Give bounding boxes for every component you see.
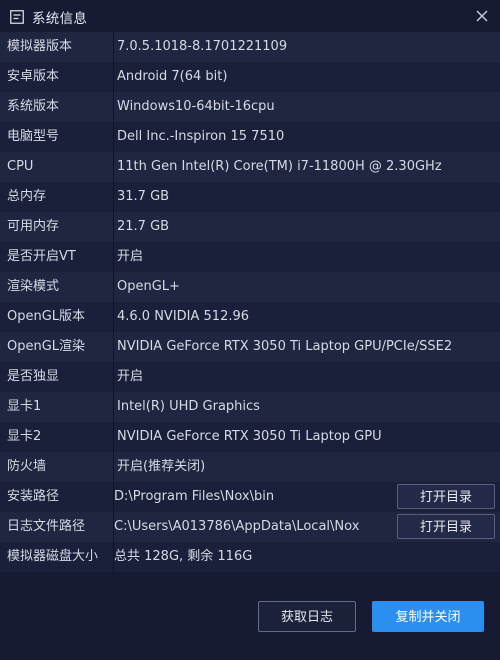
column-divider: [113, 302, 114, 332]
column-divider: [113, 182, 114, 212]
info-row-opengl-version: OpenGL版本 4.6.0 NVIDIA 512.96: [0, 302, 500, 332]
info-value: 开启: [117, 249, 144, 264]
info-row-android-version: 安卓版本 Android 7(64 bit): [0, 62, 500, 92]
info-value: 开启(推荐关闭): [117, 459, 206, 474]
info-key: 是否开启VT: [7, 249, 76, 264]
dialog-title: 系统信息: [32, 11, 88, 27]
info-key: 系统版本: [7, 99, 60, 114]
info-row-firewall: 防火墙 开启(推荐关闭): [0, 452, 500, 482]
column-divider: [113, 242, 114, 272]
info-row-computer-model: 电脑型号 Dell Inc.-Inspiron 15 7510: [0, 122, 500, 152]
column-divider: [113, 272, 114, 302]
column-divider: [113, 452, 114, 482]
info-value: 总共 128G, 剩余 116G: [114, 549, 253, 564]
info-row-emulator-version: 模拟器版本 7.0.5.1018-8.1701221109: [0, 32, 500, 62]
info-key: OpenGL版本: [7, 309, 86, 324]
copy-and-close-button[interactable]: 复制并关闭: [372, 601, 484, 632]
info-value: Windows10-64bit-16cpu: [117, 99, 275, 114]
column-divider: [113, 32, 114, 62]
column-divider: [113, 92, 114, 122]
info-key: 模拟器磁盘大小: [7, 549, 99, 564]
info-table: 模拟器版本 7.0.5.1018-8.1701221109 安卓版本 Andro…: [0, 32, 500, 572]
info-value: Android 7(64 bit): [117, 69, 228, 84]
info-row-cpu: CPU 11th Gen Intel(R) Core(TM) i7-11800H…: [0, 152, 500, 182]
open-install-dir-button[interactable]: 打开目录: [397, 484, 495, 509]
info-key: 电脑型号: [7, 129, 60, 144]
column-divider: [113, 62, 114, 92]
close-icon[interactable]: [472, 6, 492, 26]
info-key: 显卡2: [7, 429, 42, 444]
info-value: 11th Gen Intel(R) Core(TM) i7-11800H @ 2…: [117, 159, 442, 174]
info-row-log-path: 日志文件路径 C:\Users\A013786\AppData\Local\No…: [0, 512, 500, 542]
window-icon: [10, 9, 24, 24]
info-value: Dell Inc.-Inspiron 15 7510: [117, 129, 285, 144]
info-key: 安卓版本: [7, 69, 60, 84]
info-row-available-memory: 可用内存 21.7 GB: [0, 212, 500, 242]
info-key: 安装路径: [7, 489, 60, 504]
column-divider: [113, 392, 114, 422]
info-row-discrete-gpu: 是否独显 开启: [0, 362, 500, 392]
info-value: 21.7 GB: [117, 219, 170, 234]
info-row-gpu-1: 显卡1 Intel(R) UHD Graphics: [0, 392, 500, 422]
info-key: 显卡1: [7, 399, 42, 414]
info-value: 31.7 GB: [117, 189, 170, 204]
column-divider: [113, 212, 114, 242]
info-key: 是否独显: [7, 369, 60, 384]
column-divider: [113, 422, 114, 452]
info-row-system-version: 系统版本 Windows10-64bit-16cpu: [0, 92, 500, 122]
info-row-total-memory: 总内存 31.7 GB: [0, 182, 500, 212]
info-row-render-mode: 渲染模式 OpenGL+: [0, 272, 500, 302]
info-key: 模拟器版本: [7, 39, 73, 54]
info-row-disk-size: 模拟器磁盘大小 总共 128G, 剩余 116G: [0, 542, 500, 572]
info-value: NVIDIA GeForce RTX 3050 Ti Laptop GPU/PC…: [117, 339, 453, 354]
info-key: 防火墙: [7, 459, 47, 474]
info-value: Intel(R) UHD Graphics: [117, 399, 260, 414]
info-value: 7.0.5.1018-8.1701221109: [117, 39, 288, 54]
info-row-opengl-renderer: OpenGL渲染 NVIDIA GeForce RTX 3050 Ti Lapt…: [0, 332, 500, 362]
info-key: 总内存: [7, 189, 47, 204]
info-value: 4.6.0 NVIDIA 512.96: [117, 309, 250, 324]
info-value: OpenGL+: [117, 279, 180, 294]
info-key: 渲染模式: [7, 279, 60, 294]
column-divider: [113, 122, 114, 152]
info-row-install-path: 安装路径 D:\Program Files\Nox\bin 打开目录: [0, 482, 500, 512]
info-key: 可用内存: [7, 219, 60, 234]
get-log-button[interactable]: 获取日志: [258, 601, 356, 632]
open-log-dir-button[interactable]: 打开目录: [397, 514, 495, 539]
info-key: 日志文件路径: [7, 519, 86, 534]
info-value: 开启: [117, 369, 144, 384]
info-key: CPU: [7, 159, 34, 174]
system-info-dialog: 系统信息 模拟器版本 7.0.5.1018-8.1701221109 安卓版本 …: [0, 0, 500, 660]
info-key: OpenGL渲染: [7, 339, 86, 354]
title-bar: 系统信息: [0, 0, 500, 32]
info-row-vt-enabled: 是否开启VT 开启: [0, 242, 500, 272]
column-divider: [113, 152, 114, 182]
column-divider: [113, 362, 114, 392]
info-value: NVIDIA GeForce RTX 3050 Ti Laptop GPU: [117, 429, 382, 444]
column-divider: [113, 332, 114, 362]
info-row-gpu-2: 显卡2 NVIDIA GeForce RTX 3050 Ti Laptop GP…: [0, 422, 500, 452]
